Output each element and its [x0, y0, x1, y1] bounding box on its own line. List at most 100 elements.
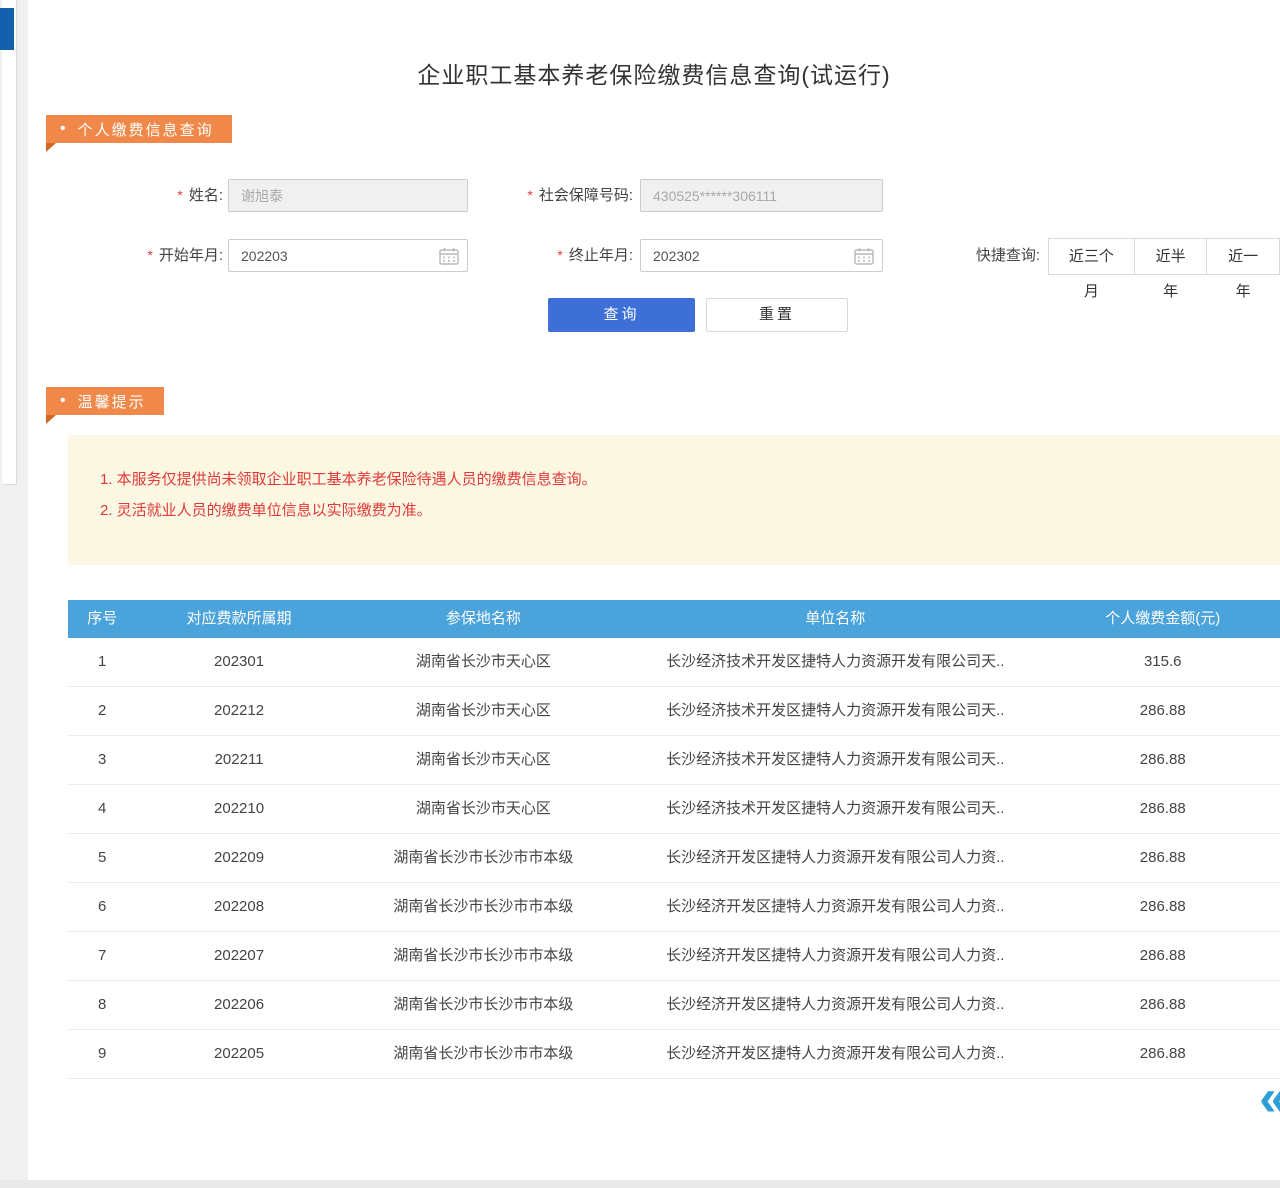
start-month-label: *开始年月:: [108, 238, 223, 272]
table-cell: 3: [68, 736, 136, 784]
ssn-label: *社会保障号码:: [468, 178, 633, 212]
table-cell: 长沙经济开发区捷特人力资源开发有限公司人力资..: [625, 1030, 1045, 1078]
end-month-label: *终止年月:: [468, 238, 633, 272]
section-badge-query-label: 个人缴费信息查询: [78, 119, 214, 140]
start-month-field[interactable]: [228, 239, 468, 272]
table-cell: 长沙经济技术开发区捷特人力资源开发有限公司天..: [625, 785, 1045, 833]
collapsed-sidebar[interactable]: [2, 0, 17, 485]
required-asterisk: *: [527, 187, 532, 203]
table-row: 2202212湖南省长沙市天心区长沙经济技术开发区捷特人力资源开发有限公司天..…: [68, 687, 1280, 736]
table-cell: 长沙经济开发区捷特人力资源开发有限公司人力资..: [625, 932, 1045, 980]
table-cell: 202207: [136, 932, 341, 980]
section-badge-tips: • 温馨提示: [46, 387, 164, 415]
table-row: 1202301湖南省长沙市天心区长沙经济技术开发区捷特人力资源开发有限公司天..…: [68, 638, 1280, 687]
end-month-field-wrap: [640, 239, 883, 272]
bottom-edge-bar: [0, 1180, 1280, 1188]
table-cell: 202212: [136, 687, 341, 735]
table-row: 5202209湖南省长沙市长沙市市本级长沙经济开发区捷特人力资源开发有限公司人力…: [68, 834, 1280, 883]
query-button[interactable]: 查询: [548, 298, 695, 332]
table-header-row: 序号 对应费款所属期 参保地名称 单位名称 个人缴费金额(元): [68, 600, 1280, 638]
table-row: 7202207湖南省长沙市长沙市市本级长沙经济开发区捷特人力资源开发有限公司人力…: [68, 932, 1280, 981]
table-row: 4202210湖南省长沙市天心区长沙经济技术开发区捷特人力资源开发有限公司天..…: [68, 785, 1280, 834]
table-cell: 286.88: [1045, 687, 1280, 735]
table-cell: 1: [68, 638, 136, 686]
table-cell: 长沙经济技术开发区捷特人力资源开发有限公司天..: [625, 736, 1045, 784]
name-label: *姓名:: [108, 178, 223, 212]
col-header-area: 参保地名称: [342, 600, 625, 638]
notice-box: 1. 本服务仅提供尚未领取企业职工基本养老保险待遇人员的缴费信息查询。 2. 灵…: [68, 435, 1280, 565]
table-cell: 202206: [136, 981, 341, 1029]
required-asterisk: *: [177, 187, 182, 203]
table-body: 1202301湖南省长沙市天心区长沙经济技术开发区捷特人力资源开发有限公司天..…: [68, 638, 1280, 1079]
quick-last-3-months-button[interactable]: 近三个月: [1048, 238, 1135, 275]
collapse-chevrons-icon[interactable]: «: [1259, 1072, 1280, 1124]
sidebar-blue-tab[interactable]: [0, 8, 14, 50]
table-cell: 7: [68, 932, 136, 980]
table-cell: 湖南省长沙市长沙市市本级: [342, 981, 625, 1029]
table-cell: 9: [68, 1030, 136, 1078]
notice-line-2: 2. 灵活就业人员的缴费单位信息以实际缴费为准。: [100, 498, 1280, 523]
table-cell: 湖南省长沙市长沙市市本级: [342, 1030, 625, 1078]
table-cell: 202210: [136, 785, 341, 833]
start-month-field-wrap: [228, 239, 468, 272]
section-badge-tips-label: 温馨提示: [78, 391, 146, 412]
page: 企业职工基本养老保险缴费信息查询(试运行) • 个人缴费信息查询 *姓名: *社…: [0, 0, 1280, 1188]
table-cell: 湖南省长沙市长沙市市本级: [342, 834, 625, 882]
col-header-unit: 单位名称: [625, 600, 1045, 638]
table-cell: 湖南省长沙市天心区: [342, 638, 625, 686]
table-cell: 286.88: [1045, 785, 1280, 833]
quick-last-half-year-button[interactable]: 近半年: [1134, 238, 1208, 275]
table-cell: 5: [68, 834, 136, 882]
table-cell: 286.88: [1045, 981, 1280, 1029]
table-cell: 202208: [136, 883, 341, 931]
table-cell: 湖南省长沙市长沙市市本级: [342, 932, 625, 980]
ssn-field[interactable]: [640, 179, 883, 212]
table-cell: 202205: [136, 1030, 341, 1078]
table-cell: 长沙经济开发区捷特人力资源开发有限公司人力资..: [625, 883, 1045, 931]
table-cell: 4: [68, 785, 136, 833]
table-cell: 202301: [136, 638, 341, 686]
table-cell: 湖南省长沙市天心区: [342, 736, 625, 784]
reset-button[interactable]: 重置: [706, 298, 848, 332]
calendar-icon[interactable]: [854, 247, 874, 265]
table-cell: 6: [68, 883, 136, 931]
table-row: 9202205湖南省长沙市长沙市市本级长沙经济开发区捷特人力资源开发有限公司人力…: [68, 1030, 1280, 1079]
results-table: 序号 对应费款所属期 参保地名称 单位名称 个人缴费金额(元) 1202301湖…: [68, 600, 1280, 1079]
table-cell: 湖南省长沙市天心区: [342, 785, 625, 833]
quick-query-label: 快捷查询:: [958, 238, 1040, 274]
required-asterisk: *: [557, 247, 562, 263]
name-field[interactable]: [228, 179, 468, 212]
table-cell: 315.6: [1045, 638, 1280, 686]
table-cell: 202211: [136, 736, 341, 784]
table-cell: 286.88: [1045, 1030, 1280, 1078]
table-cell: 长沙经济技术开发区捷特人力资源开发有限公司天..: [625, 687, 1045, 735]
name-field-wrap: [228, 179, 468, 212]
quick-query-group: 近三个月 近半年 近一年: [1048, 238, 1280, 275]
main-card: 企业职工基本养老保险缴费信息查询(试运行) • 个人缴费信息查询 *姓名: *社…: [28, 0, 1280, 1180]
table-row: 3202211湖南省长沙市天心区长沙经济技术开发区捷特人力资源开发有限公司天..…: [68, 736, 1280, 785]
table-cell: 长沙经济开发区捷特人力资源开发有限公司人力资..: [625, 981, 1045, 1029]
bullet-icon: •: [60, 392, 66, 410]
col-header-no: 序号: [68, 600, 136, 638]
table-cell: 286.88: [1045, 834, 1280, 882]
calendar-icon[interactable]: [439, 247, 459, 265]
table-row: 6202208湖南省长沙市长沙市市本级长沙经济开发区捷特人力资源开发有限公司人力…: [68, 883, 1280, 932]
table-cell: 湖南省长沙市长沙市市本级: [342, 883, 625, 931]
ssn-field-wrap: [640, 179, 883, 212]
end-month-field[interactable]: [640, 239, 883, 272]
table-cell: 8: [68, 981, 136, 1029]
quick-last-year-button[interactable]: 近一年: [1206, 238, 1280, 275]
table-cell: 286.88: [1045, 883, 1280, 931]
col-header-amount: 个人缴费金额(元): [1045, 600, 1280, 638]
bullet-icon: •: [60, 120, 66, 138]
table-row: 8202206湖南省长沙市长沙市市本级长沙经济开发区捷特人力资源开发有限公司人力…: [68, 981, 1280, 1030]
table-cell: 2: [68, 687, 136, 735]
section-badge-query: • 个人缴费信息查询: [46, 115, 232, 143]
table-cell: 湖南省长沙市天心区: [342, 687, 625, 735]
required-asterisk: *: [147, 247, 152, 263]
table-cell: 长沙经济技术开发区捷特人力资源开发有限公司天..: [625, 638, 1045, 686]
page-title: 企业职工基本养老保险缴费信息查询(试运行): [28, 56, 1280, 90]
table-cell: 286.88: [1045, 932, 1280, 980]
notice-line-1: 1. 本服务仅提供尚未领取企业职工基本养老保险待遇人员的缴费信息查询。: [100, 467, 1280, 492]
table-cell: 286.88: [1045, 736, 1280, 784]
